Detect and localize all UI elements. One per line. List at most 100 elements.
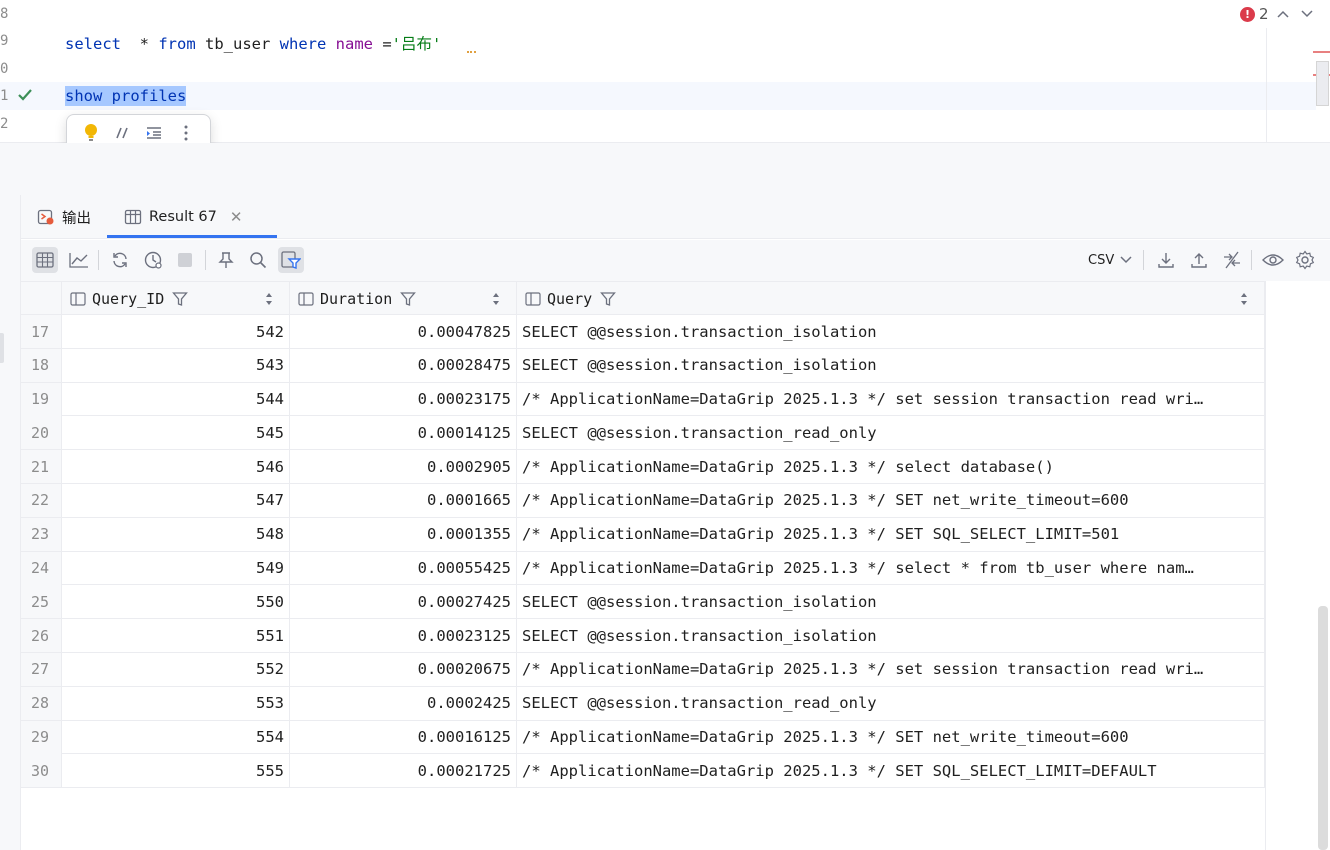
cell-duration[interactable]: 0.00055425 xyxy=(290,551,517,585)
cell-query-id[interactable]: 555 xyxy=(62,754,290,788)
compare-icon[interactable] xyxy=(1219,247,1245,273)
cell-query-id[interactable]: 554 xyxy=(62,720,290,754)
cell-query[interactable]: /* ApplicationName=DataGrip 2025.1.3 */ … xyxy=(517,754,1265,788)
cell-query-id[interactable]: 546 xyxy=(62,450,290,484)
cell-duration[interactable]: 0.00021725 xyxy=(290,754,517,788)
column-header-query-id[interactable]: Query_ID xyxy=(62,282,290,315)
result-grid[interactable]: Query_ID Duration Query 17 542 0.00047825 S… xyxy=(21,281,1265,789)
table-row[interactable]: 21 546 0.0002905/* ApplicationName=DataGri… xyxy=(21,450,1265,484)
filter-icon[interactable] xyxy=(172,291,189,307)
close-icon[interactable]: ✕ xyxy=(230,208,243,226)
table-row[interactable]: 22 547 0.0001665/* ApplicationName=DataGri… xyxy=(21,483,1265,518)
column-header-query[interactable]: Query xyxy=(517,282,1265,315)
table-view-icon[interactable] xyxy=(32,247,58,273)
cell-duration[interactable]: 0.00027425 xyxy=(290,585,517,619)
table-row[interactable]: 29 554 0.00016125/* ApplicationName=DataGr… xyxy=(21,720,1265,755)
cell-query-id[interactable]: 543 xyxy=(62,348,290,382)
cell-duration[interactable]: 0.0001665 xyxy=(290,483,517,517)
cell-query-id[interactable]: 545 xyxy=(62,416,290,450)
table-row[interactable]: 25 550 0.00027425 SELECT @@session.transact… xyxy=(21,585,1265,620)
bulb-icon[interactable] xyxy=(79,121,103,145)
table-row[interactable]: 28 553 0.0002425 SELECT @@session.transacti… xyxy=(21,686,1265,721)
stop-icon[interactable] xyxy=(172,247,198,273)
cell-query[interactable]: SELECT @@session.transaction_isolation xyxy=(517,619,1265,653)
comment-icon[interactable] xyxy=(111,121,135,145)
column-header-duration[interactable]: Duration xyxy=(290,282,517,315)
code-line-select[interactable]: select * from tb_user where name ='吕布' xyxy=(65,32,441,54)
cell-query-id[interactable]: 553 xyxy=(62,686,290,720)
cell-query[interactable]: SELECT @@session.transaction_isolation xyxy=(517,315,1265,348)
grid-scrollbar-thumb[interactable] xyxy=(1318,606,1328,850)
cell-query-id[interactable]: 547 xyxy=(62,483,290,517)
cell-query[interactable]: SELECT @@session.transaction_read_only xyxy=(517,416,1265,450)
pin-icon[interactable] xyxy=(213,247,239,273)
cell-query-id[interactable]: 551 xyxy=(62,619,290,653)
cell-duration[interactable]: 0.00047825 xyxy=(290,315,517,348)
table-row[interactable]: 27 552 0.00020675/* ApplicationName=DataGr… xyxy=(21,652,1265,687)
sort-icon[interactable] xyxy=(1240,292,1248,306)
chevron-down-icon[interactable] xyxy=(1297,5,1317,23)
table-row[interactable]: 18 543 0.00028475 SELECT @@session.transact… xyxy=(21,348,1265,383)
cell-duration[interactable]: 0.00023125 xyxy=(290,619,517,653)
cell-duration[interactable]: 0.00028475 xyxy=(290,348,517,382)
table-row[interactable]: 20 545 0.00014125 SELECT @@session.transact… xyxy=(21,416,1265,451)
table-row[interactable]: 23 548 0.0001355/* ApplicationName=DataGri… xyxy=(21,517,1265,552)
table-row[interactable]: 26 551 0.00023125 SELECT @@session.transact… xyxy=(21,619,1265,653)
sort-icon[interactable] xyxy=(492,292,500,306)
more-icon[interactable] xyxy=(174,121,198,145)
filter-icon[interactable] xyxy=(400,291,417,307)
cell-query-id[interactable]: 544 xyxy=(62,382,290,416)
cell-query[interactable]: /* ApplicationName=DataGrip 2025.1.3 */ … xyxy=(517,551,1265,585)
cell-query-id[interactable]: 552 xyxy=(62,652,290,686)
column-icon xyxy=(70,291,86,306)
cell-query[interactable]: /* ApplicationName=DataGrip 2025.1.3 */ … xyxy=(517,483,1265,517)
sort-icon[interactable] xyxy=(265,292,273,306)
cell-query-id[interactable]: 542 xyxy=(62,315,290,348)
indent-icon[interactable] xyxy=(142,121,166,145)
row-number: 26 xyxy=(21,619,62,653)
download-icon[interactable] xyxy=(1153,247,1179,273)
table-row[interactable]: 24 549 0.00055425/* ApplicationName=DataGr… xyxy=(21,551,1265,586)
error-stripe[interactable] xyxy=(1313,51,1330,53)
inspection-widget[interactable]: ! 2 xyxy=(1240,4,1317,24)
tab-result[interactable]: Result 67 ✕ xyxy=(124,195,242,239)
settings-icon[interactable] xyxy=(1292,247,1318,273)
cell-duration[interactable]: 0.00023175 xyxy=(290,382,517,416)
cell-duration[interactable]: 0.0001355 xyxy=(290,517,517,551)
filter-icon[interactable] xyxy=(600,291,617,307)
history-icon[interactable] xyxy=(140,247,166,273)
filter-icon[interactable] xyxy=(278,247,304,273)
export-format-select[interactable]: CSV xyxy=(1088,249,1132,271)
cell-duration[interactable]: 0.00020675 xyxy=(290,652,517,686)
cell-duration[interactable]: 0.0002905 xyxy=(290,450,517,484)
cell-query-id[interactable]: 549 xyxy=(62,551,290,585)
cell-query[interactable]: /* ApplicationName=DataGrip 2025.1.3 */ … xyxy=(517,517,1265,551)
code-line-show-profiles[interactable]: show profiles xyxy=(65,86,187,106)
cell-query[interactable]: SELECT @@session.transaction_isolation xyxy=(517,585,1265,619)
table-row[interactable]: 30 555 0.00021725/* ApplicationName=DataGr… xyxy=(21,754,1265,789)
cell-query[interactable]: /* ApplicationName=DataGrip 2025.1.3 */ … xyxy=(517,652,1265,686)
cell-query[interactable]: SELECT @@session.transaction_read_only xyxy=(517,686,1265,720)
search-icon[interactable] xyxy=(245,247,271,273)
view-icon[interactable] xyxy=(1260,247,1286,273)
tab-output[interactable]: 输出 xyxy=(37,195,91,239)
row-number: 30 xyxy=(21,754,62,788)
upload-icon[interactable] xyxy=(1186,247,1212,273)
refresh-icon[interactable] xyxy=(107,247,133,273)
cell-query[interactable]: SELECT @@session.transaction_isolation xyxy=(517,348,1265,382)
cell-duration[interactable]: 0.00014125 xyxy=(290,416,517,450)
table-row[interactable]: 17 542 0.00047825 SELECT @@session.transact… xyxy=(21,315,1265,349)
cell-duration[interactable]: 0.00016125 xyxy=(290,720,517,754)
chevron-up-icon[interactable] xyxy=(1273,5,1293,23)
editor-scrollbar[interactable] xyxy=(1316,61,1329,106)
table-row[interactable]: 19 544 0.00023175/* ApplicationName=DataGr… xyxy=(21,382,1265,417)
cell-query[interactable]: /* ApplicationName=DataGrip 2025.1.3 */ … xyxy=(517,382,1265,416)
toolbar-separator xyxy=(1143,250,1144,270)
keyword: from xyxy=(158,35,196,53)
cell-query[interactable]: /* ApplicationName=DataGrip 2025.1.3 */ … xyxy=(517,720,1265,754)
chart-icon[interactable] xyxy=(66,247,92,273)
cell-query[interactable]: /* ApplicationName=DataGrip 2025.1.3 */ … xyxy=(517,450,1265,484)
cell-query-id[interactable]: 548 xyxy=(62,517,290,551)
cell-query-id[interactable]: 550 xyxy=(62,585,290,619)
cell-duration[interactable]: 0.0002425 xyxy=(290,686,517,720)
